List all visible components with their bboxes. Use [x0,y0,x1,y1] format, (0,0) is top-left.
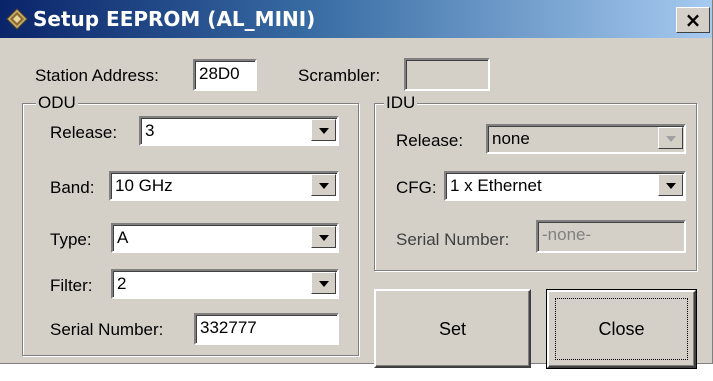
idu-cfg-dropdown[interactable]: 1 x Ethernet [444,171,686,201]
odu-legend: ODU [36,93,78,113]
app-diamond-icon [6,8,28,30]
idu-serial-input[interactable]: -none- [536,220,686,253]
station-address-label: Station Address: [35,66,159,85]
odu-release-dropdown-button[interactable] [311,119,336,141]
close-button[interactable]: Close [546,289,697,369]
chevron-down-icon [319,235,329,241]
idu-release-dropdown-button[interactable] [658,127,683,149]
odu-band-dropdown[interactable]: 10 GHz [109,171,339,201]
station-address-value: 28D0 [199,64,240,83]
odu-serial-value: 332777 [200,318,257,337]
odu-type-label: Type: [50,230,92,249]
idu-release-label: Release: [396,131,464,150]
chevron-down-icon [319,281,329,287]
setup-eeprom-dialog: Setup EEPROM (AL_MINI) × Station Address… [0,0,713,369]
odu-filter-value: 2 [117,274,127,293]
scrambler-input[interactable] [404,58,490,91]
idu-serial-label: Serial Number: [396,230,510,249]
odu-band-dropdown-button[interactable] [311,174,336,196]
chevron-down-icon [319,128,329,134]
chevron-down-icon [319,183,329,189]
window-title: Setup EEPROM (AL_MINI) [33,7,316,31]
idu-legend: IDU [384,93,418,113]
odu-release-label: Release: [50,123,118,142]
chevron-down-icon [666,136,676,142]
odu-release-dropdown[interactable]: 3 [139,116,339,146]
idu-cfg-value: 1 x Ethernet [450,176,542,195]
odu-band-value: 10 GHz [115,176,173,195]
odu-filter-label: Filter: [50,276,93,295]
odu-type-value: A [117,228,129,247]
scrambler-label: Scrambler: [298,66,381,85]
set-button[interactable]: Set [374,289,531,368]
close-button-label: Close [598,319,645,339]
station-address-input[interactable]: 28D0 [193,59,257,91]
odu-filter-dropdown[interactable]: 2 [111,269,339,299]
odu-serial-input[interactable]: 332777 [194,313,339,345]
set-button-label: Set [438,318,467,339]
odu-band-label: Band: [50,178,95,197]
odu-release-value: 3 [145,121,155,140]
idu-cfg-dropdown-button[interactable] [658,174,683,196]
idu-release-dropdown[interactable]: none [486,124,686,154]
idu-release-value: none [492,129,530,148]
title-bar[interactable]: Setup EEPROM (AL_MINI) × [0,0,712,38]
chevron-down-icon [666,183,676,189]
odu-type-dropdown-button[interactable] [311,226,336,248]
idu-serial-value: -none- [542,225,592,244]
odu-filter-dropdown-button[interactable] [311,272,336,294]
odu-type-dropdown[interactable]: A [111,223,339,253]
close-window-icon[interactable]: × [676,7,710,33]
odu-serial-label: Serial Number: [50,320,164,339]
idu-cfg-label: CFG: [396,178,437,197]
